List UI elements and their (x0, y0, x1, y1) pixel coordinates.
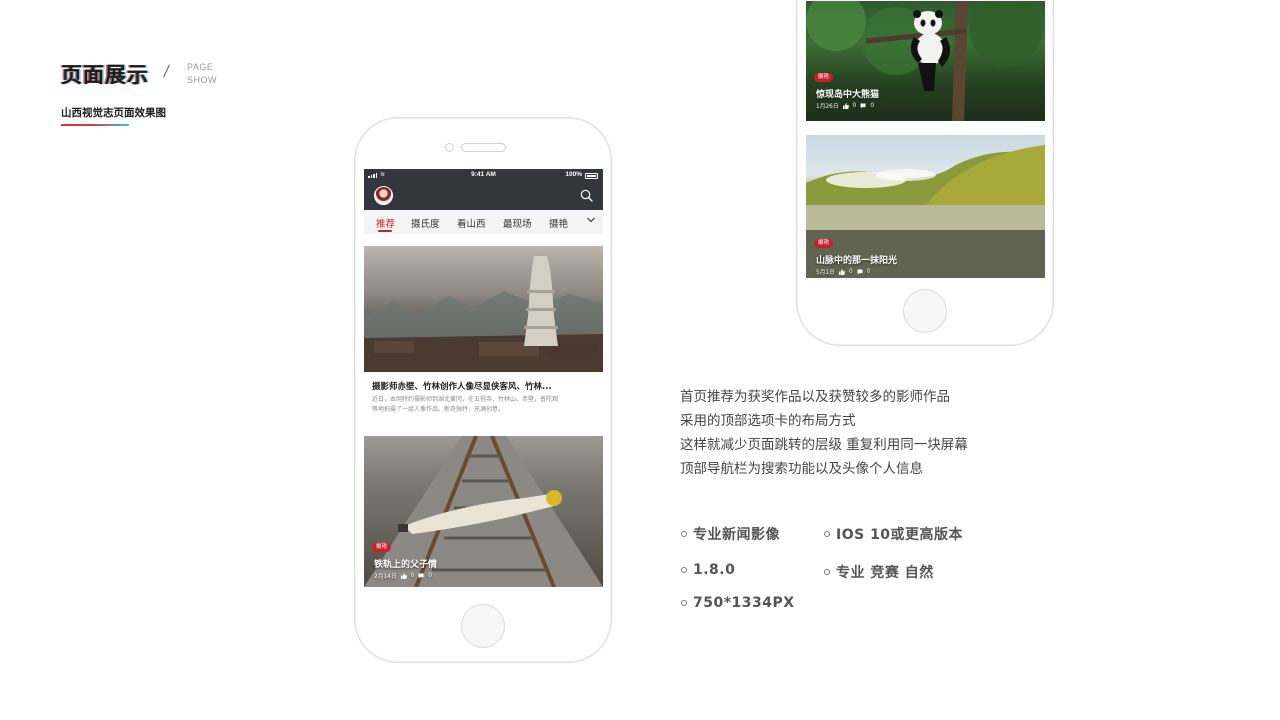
design-description: 首页推荐为获奖作品以及获赞较多的影师作品 采用的顶部选项卡的布局方式 这样就减少… (680, 385, 968, 481)
phone-mockup-scrolled: 摄艳 惊现岛中大熊猫 1月26日 0 0 摄艳 山脉中的那一抹阳光 5月1日 0… (796, 0, 1054, 346)
article-date: 2月14日 (374, 574, 397, 580)
home-button (461, 604, 505, 648)
search-icon[interactable] (580, 189, 593, 202)
chevron-down-icon[interactable] (586, 215, 596, 225)
feature-text: 专业新闻影像 (693, 527, 780, 543)
category-tag: 摄艳 (814, 73, 834, 82)
thumb-up-icon[interactable] (838, 268, 845, 275)
article-date: 5月1日 (816, 270, 835, 276)
description-line: 采用的顶部选项卡的布局方式 (680, 413, 856, 429)
article-excerpt-line2: 等地拍摄了一组人像作品。新奇独特，充满创意。 (372, 406, 505, 413)
category-tag: 摄艳 (814, 239, 834, 248)
feature-item: IOS 10或更高版本 (824, 524, 963, 544)
subtitle-underline (61, 124, 129, 126)
description-line: 首页推荐为获奖作品以及获赞较多的影师作品 (680, 389, 950, 405)
feature-item: 750*1334PX (681, 595, 795, 611)
feature-item: 专业新闻影像 (681, 524, 780, 544)
description-line: 这样就减少页面跳转的层级 重复利用同一块屏幕 (680, 437, 968, 453)
comment-icon[interactable] (860, 103, 866, 109)
page-title-en-line2: SHOW (187, 75, 217, 85)
thumb-up-icon[interactable] (842, 102, 849, 109)
feature-text: 750*1334PX (693, 595, 795, 611)
app-bar: ≋ 9:41 AM 100% (364, 169, 603, 210)
page-subtitle: 山西视觉志页面效果图 (61, 107, 166, 119)
comment-count: 0 (870, 102, 875, 109)
article-excerpt-line1: 近日，本网特约摄影师到湖北黄冈，在五祖寺、竹林山、赤壁，普陀观 (372, 396, 559, 403)
article-meta: 5月1日 0 0 (816, 267, 871, 277)
avatar[interactable] (374, 186, 393, 205)
comment-icon[interactable] (857, 269, 863, 275)
front-camera (445, 143, 454, 152)
earpiece-speaker (461, 143, 506, 152)
feature-text: 1.8.0 (693, 562, 736, 578)
home-button (903, 289, 947, 333)
article-overlay-title[interactable]: 惊现岛中大熊猫 (816, 87, 879, 100)
page-title-en: PAGE SHOW (187, 61, 217, 87)
tab-sheyan[interactable]: 摄艳 (549, 216, 568, 230)
feature-text: IOS 10或更高版本 (836, 527, 964, 543)
title-divider (163, 64, 170, 78)
tab-zuixianchang[interactable]: 最现场 (503, 216, 532, 230)
phone-screen-home: ≋ 9:41 AM 100% 推荐 摄氏度 看山西 最现场 摄艳 摄影师赤壁、竹… (364, 169, 603, 589)
bullet-icon (681, 600, 687, 606)
comment-count: 0 (428, 572, 433, 579)
article-title[interactable]: 摄影师赤壁、竹林创作人像尽显侠客风、竹林... (372, 380, 552, 392)
tab-recommend[interactable]: 推荐 (376, 216, 395, 230)
like-count: 0 (852, 102, 857, 109)
like-count: 0 (410, 572, 415, 579)
bullet-icon (681, 567, 687, 573)
battery-icon (585, 173, 598, 179)
category-tag: 摄艳 (372, 543, 392, 552)
article-excerpt: 近日，本网特约摄影师到湖北黄冈，在五祖寺、竹林山、赤壁，普陀观 等地拍摄了一组人… (372, 395, 594, 415)
active-tab-indicator (378, 230, 392, 232)
tab-sheshidu[interactable]: 摄氏度 (411, 216, 440, 230)
article-date: 1月26日 (816, 104, 839, 110)
tab-kanshanxi[interactable]: 看山西 (457, 216, 486, 230)
like-count: 0 (848, 268, 853, 275)
temple-illustration (364, 246, 603, 372)
article-overlay-title[interactable]: 铁轨上的父子情 (374, 557, 437, 570)
battery-percent: 100% (565, 171, 582, 178)
phone-mockup-home: ≋ 9:41 AM 100% 推荐 摄氏度 看山西 最现场 摄艳 摄影师赤壁、竹… (354, 117, 612, 663)
description-line: 顶部导航栏为搜索功能以及头像个人信息 (680, 461, 923, 477)
bullet-icon (681, 531, 687, 537)
feature-item: 1.8.0 (681, 562, 735, 578)
page-title-en-line1: PAGE (187, 62, 214, 72)
article-overlay-title[interactable]: 山脉中的那一抹阳光 (816, 253, 897, 266)
phone-screen-scrolled: 摄艳 惊现岛中大熊猫 1月26日 0 0 摄艳 山脉中的那一抹阳光 5月1日 0… (806, 0, 1045, 279)
feature-text: 专业 竞赛 自然 (836, 565, 934, 581)
category-tabs: 推荐 摄氏度 看山西 最现场 摄艳 (364, 210, 603, 234)
thumb-up-icon[interactable] (400, 572, 407, 579)
article-image-temple[interactable] (364, 246, 603, 372)
comment-count: 0 (866, 268, 871, 275)
article-meta: 2月14日 0 0 (374, 571, 433, 581)
page-title: 页面展示 (61, 63, 149, 87)
bullet-icon (824, 531, 830, 537)
comment-icon[interactable] (418, 573, 424, 579)
bullet-icon (824, 569, 830, 575)
article-meta: 1月26日 0 0 (816, 101, 875, 111)
status-bar: ≋ 9:41 AM 100% (364, 169, 603, 181)
feature-item: 专业 竞赛 自然 (824, 562, 934, 582)
